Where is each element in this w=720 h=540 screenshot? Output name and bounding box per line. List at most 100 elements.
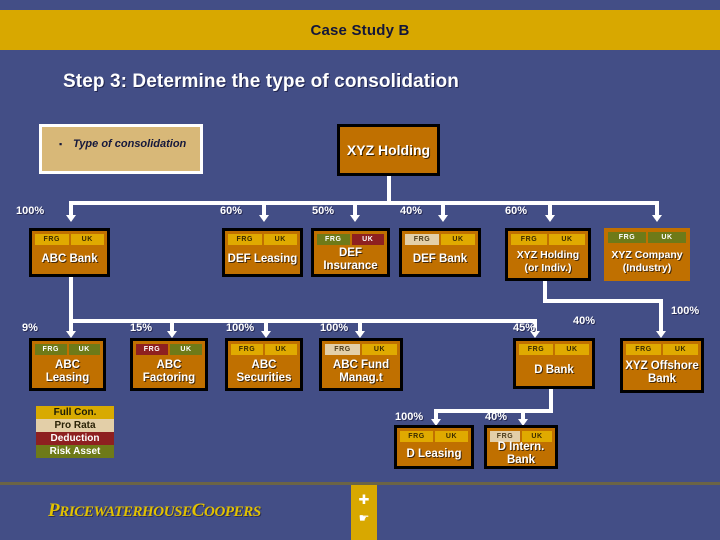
page-title: Case Study B [310, 21, 410, 39]
entity-label: ABC Bank [41, 253, 98, 265]
entity-label: DEF Leasing [227, 253, 298, 265]
flag-uk: UK [170, 344, 202, 355]
connector-abcbank-stem [69, 277, 73, 323]
entity-def-bank: FRG UK DEF Bank [399, 228, 481, 277]
entity-xyz-offshore-bank: FRG UK XYZ Offshore Bank [620, 338, 704, 393]
flag-row: FRG UK [35, 344, 100, 355]
arrow-abc-leasing [66, 331, 76, 338]
flag-frg: FRG [228, 234, 262, 245]
flag-uk: UK [70, 234, 104, 245]
entity-label: XYZ Holding (or Indiv.) [516, 249, 580, 274]
entity-label: DEF Bank [412, 253, 468, 265]
entity-abc-bank: FRG UK ABC Bank [29, 228, 110, 277]
root-entity-label: XYZ Holding [346, 142, 431, 158]
entity-abc-leasing: FRG UK ABC Leasing [29, 338, 106, 391]
slide-canvas: Case Study B Step 3: Determine the type … [0, 0, 720, 540]
flag-row: FRG UK [405, 234, 475, 245]
logo-pricewaterhouse: RICEWATERHOUSE [59, 504, 192, 520]
flag-uk: UK [265, 344, 297, 355]
arrow-def-bank [438, 215, 448, 222]
flag-frg: FRG [608, 232, 646, 243]
arrow-abc-fund [355, 331, 365, 338]
pct-xyz-offshore: 100% [671, 305, 700, 317]
entity-label: XYZ Company (Industry) [611, 249, 683, 274]
entity-label: D Leasing [406, 447, 462, 460]
entity-def-insurance: FRG UK DEF Insurance [311, 228, 390, 277]
connector-drop-xyz-offshore [659, 299, 663, 333]
flag-frg: FRG [35, 344, 67, 355]
entity-abc-securities: FRG UK ABC Securities [225, 338, 303, 391]
flag-uk: UK [362, 344, 397, 355]
pct-abc-bank: 100% [16, 205, 45, 217]
pct-def-leasing: 60% [220, 205, 243, 217]
pct-def-bank: 40% [400, 205, 423, 217]
flag-frg: FRG [136, 344, 168, 355]
arrow-def-insurance [350, 215, 360, 222]
entity-label: ABC Factoring [142, 358, 196, 384]
entity-xyz-company-industry: FRG UK XYZ Company (Industry) [604, 228, 690, 281]
logo-p: P [48, 500, 60, 521]
logo-c: C [191, 500, 205, 521]
flag-row: FRG UK [317, 234, 384, 245]
arrow-xyz-holding [545, 215, 555, 222]
pointing-hand-icon[interactable]: ☛ [351, 512, 377, 525]
flag-row: FRG UK [228, 234, 297, 245]
flag-frg: FRG [35, 234, 69, 245]
plus-icon[interactable]: ✚ [351, 493, 377, 506]
entity-label: ABC Securities [236, 358, 292, 384]
flag-frg: FRG [405, 234, 439, 245]
flag-frg: FRG [325, 344, 360, 355]
flag-frg: FRG [511, 234, 547, 245]
connector-xyzholding-bus [543, 299, 663, 303]
entity-xyz-holding-root: XYZ Holding [337, 124, 440, 176]
entity-xyz-holding-indiv: FRG UK XYZ Holding (or Indiv.) [505, 228, 591, 281]
type-of-consolidation-box: ▪ Type of consolidation [39, 124, 203, 174]
entity-d-intern-bank: FRG UK D Intern. Bank [484, 425, 558, 469]
pct-d-leasing: 100% [395, 411, 424, 423]
arrow-xyz-company [652, 215, 662, 222]
pct-abc-leasing: 9% [22, 322, 38, 334]
entity-label: ABC Fund Manag.t [332, 358, 390, 384]
connector-row2-bus [69, 201, 659, 205]
entity-label: ABC Leasing [45, 358, 90, 384]
arrow-abc-factoring [167, 331, 177, 338]
top-strip [0, 0, 720, 10]
flag-uk: UK [351, 234, 384, 245]
pct-abc-securities: 100% [226, 322, 255, 334]
legend-item-full-con: Full Con. [36, 406, 114, 419]
pct-xyz-holding-indiv: 60% [505, 205, 528, 217]
flag-frg: FRG [400, 431, 433, 442]
step-heading: Step 3: Determine the type of consolidat… [63, 71, 459, 92]
entity-label: D Intern. Bank [497, 441, 545, 466]
title-bar: Case Study B [0, 10, 720, 50]
pwc-logo: PRICEWATERHOUSECOOPERS [48, 500, 261, 522]
logo-coopers: OOPERS [204, 504, 261, 520]
arrow-def-leasing [259, 215, 269, 222]
flag-uk: UK [435, 431, 468, 442]
entity-label: DEF Insurance [323, 246, 378, 272]
nav-strip[interactable]: ✚ ☛ [351, 485, 377, 540]
arrow-xyz-offshore [656, 331, 666, 338]
entity-label: D Bank [534, 364, 574, 376]
arrow-abc-securities [261, 331, 271, 338]
flag-row: FRG UK [511, 234, 585, 245]
flag-uk: UK [263, 234, 297, 245]
pct-def-insurance: 50% [312, 205, 335, 217]
flag-frg: FRG [519, 344, 553, 355]
flag-uk: UK [555, 344, 589, 355]
bullet-label: Type of consolidation [73, 138, 187, 150]
entity-def-leasing: FRG UK DEF Leasing [222, 228, 303, 277]
flag-row: FRG UK [231, 344, 297, 355]
flag-row: FRG UK [136, 344, 202, 355]
connector-root-stem [387, 176, 391, 201]
flag-row: FRG UK [400, 431, 468, 442]
flag-frg: FRG [231, 344, 263, 355]
pct-d-bank-branch: 40% [573, 315, 596, 327]
pct-abc-factoring: 15% [130, 322, 153, 334]
legend-item-pro-rata: Pro Rata [36, 419, 114, 432]
arrow-abc-bank [66, 215, 76, 222]
flag-row: FRG UK [35, 234, 104, 245]
flag-row: FRG UK [626, 344, 698, 355]
flag-row: FRG UK [519, 344, 589, 355]
flag-row: FRG UK [325, 344, 397, 355]
